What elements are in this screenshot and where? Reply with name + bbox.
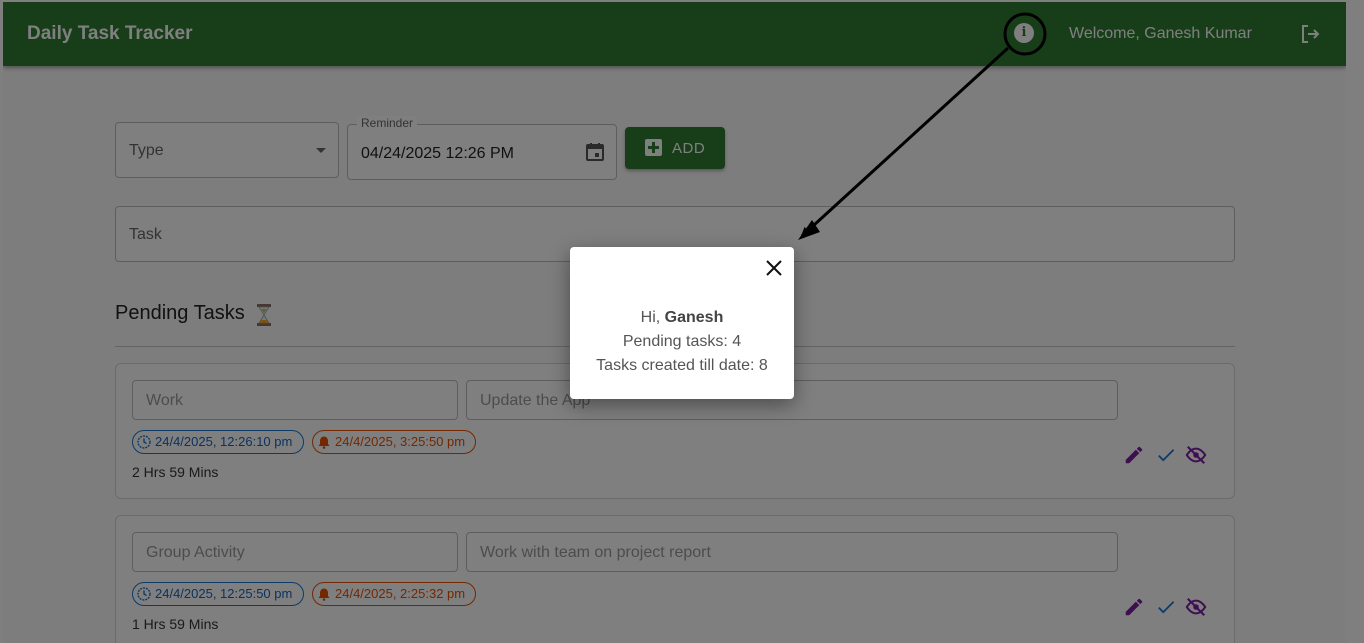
annotation-arrow xyxy=(800,46,1010,238)
annotation-overlay xyxy=(798,12,1047,240)
annotation-circle xyxy=(1003,12,1047,56)
